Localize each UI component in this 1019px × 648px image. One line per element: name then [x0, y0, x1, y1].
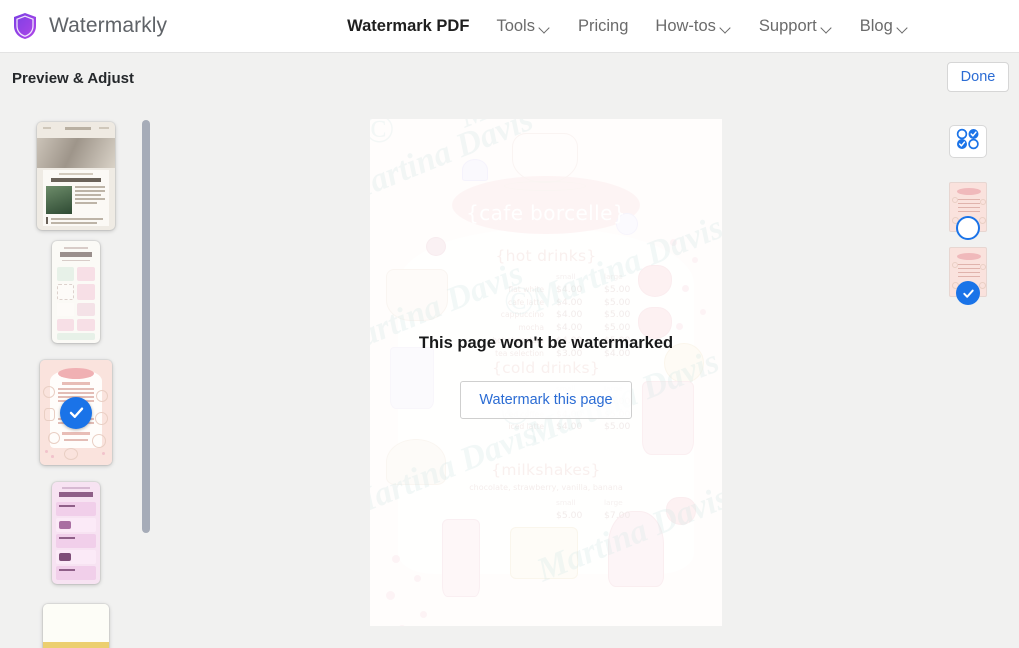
nav-item-how-tos[interactable]: How-tos [655, 17, 732, 36]
nav-item-blog[interactable]: Blog [860, 17, 909, 36]
main-navigation: Watermark PDF Tools Pricing How-tos Supp… [347, 17, 909, 36]
nav-label: How-tos [655, 16, 716, 35]
thumbnail-page-3[interactable] [40, 360, 112, 465]
preview-stage: {cafe borcelle} {hot drinks} small large… [152, 107, 942, 648]
check-circle-badge-icon [956, 281, 980, 305]
tool-rail [942, 107, 1019, 648]
thumbnail-page-2[interactable] [52, 241, 100, 343]
empty-circle-badge-icon [956, 216, 980, 240]
chevron-down-icon [721, 24, 732, 31]
not-watermarked-message: This page won't be watermarked [418, 334, 674, 352]
done-button[interactable]: Done [947, 62, 1009, 92]
nav-label: Pricing [577, 16, 629, 35]
menu-blob-mini [957, 188, 981, 195]
select-pages-button[interactable] [949, 125, 987, 158]
thumbnail-page-4[interactable] [52, 482, 100, 584]
nav-item-support[interactable]: Support [759, 17, 833, 36]
thumbnail-selected-check-icon [60, 396, 92, 429]
nav-label: Support [758, 16, 817, 35]
page-title: Preview & Adjust [12, 70, 134, 87]
nav-item-watermark-pdf[interactable]: Watermark PDF [347, 17, 469, 36]
app-header: Watermarkly Watermark PDF Tools Pricing … [0, 0, 1019, 53]
thumbnail-page-1[interactable] [37, 122, 115, 230]
watermark-this-page-button[interactable]: Watermark this page [460, 381, 632, 419]
select-pages-grid-icon [956, 128, 980, 155]
page-thumbnail-rail [0, 107, 152, 648]
toolbar: Preview & Adjust Done [0, 53, 1019, 107]
nav-item-tools[interactable]: Tools [496, 17, 551, 36]
page-without-watermark-option[interactable] [949, 182, 987, 240]
chevron-down-icon [540, 24, 551, 31]
chevron-down-icon [898, 24, 909, 31]
nav-label: Blog [859, 16, 893, 35]
page-with-watermark-option[interactable] [949, 247, 987, 305]
menu-blob-mini [957, 253, 981, 260]
preview-page[interactable]: {cafe borcelle} {hot drinks} small large… [370, 119, 722, 626]
thumbnail-rail-scrollbar[interactable] [142, 120, 150, 533]
nav-label: Watermark PDF [347, 16, 470, 35]
shield-icon [12, 12, 38, 40]
chevron-down-icon [822, 24, 833, 31]
nav-item-pricing[interactable]: Pricing [578, 17, 628, 36]
nav-label: Tools [496, 16, 535, 35]
thumbnail-page-5[interactable] [43, 604, 109, 648]
brand-logo[interactable]: Watermarkly [12, 12, 167, 40]
not-watermarked-veil [370, 119, 722, 626]
brand-name: Watermarkly [49, 14, 168, 37]
